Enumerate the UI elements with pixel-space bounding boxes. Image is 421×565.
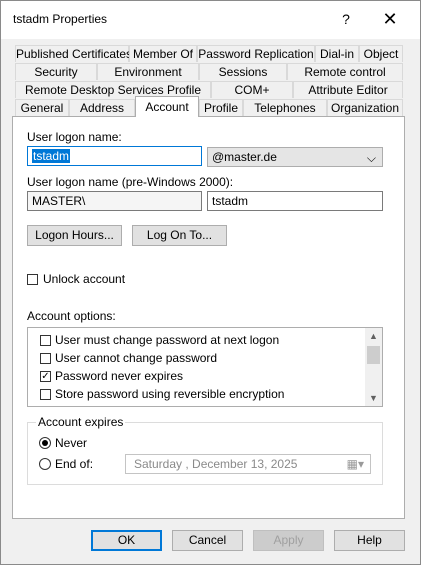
calendar-icon[interactable]: ▦▾: [347, 457, 364, 471]
options-scrollbar[interactable]: ▲ ▼: [365, 328, 382, 406]
account-options-label: Account options:: [27, 309, 116, 323]
log-on-to-button[interactable]: Log On To...: [132, 225, 227, 246]
option-checkbox-never-expires[interactable]: ✓: [40, 371, 51, 382]
tab-attribute-editor[interactable]: Attribute Editor: [293, 81, 403, 98]
never-label: Never: [55, 436, 88, 450]
upn-suffix-dropdown[interactable]: @master.de ⌵: [207, 147, 383, 167]
tab-published-certificates[interactable]: Published Certificates: [15, 45, 132, 62]
title-bar: tstadm Properties ? ✕: [1, 1, 420, 39]
logon-hours-button[interactable]: Logon Hours...: [27, 225, 122, 246]
tab-member-of[interactable]: Member Of: [129, 45, 197, 62]
upn-suffix-value: @master.de: [212, 150, 277, 164]
pre2000-username-input[interactable]: tstadm: [207, 191, 383, 211]
unlock-account-checkbox[interactable]: [27, 274, 38, 285]
properties-dialog: tstadm Properties ? ✕ Published Certific…: [0, 0, 421, 565]
tab-telephones[interactable]: Telephones: [243, 99, 327, 116]
unlock-account-label: Unlock account: [43, 272, 126, 286]
logon-name-value: tstadm: [32, 149, 71, 163]
tab-security[interactable]: Security: [15, 63, 97, 80]
apply-button: Apply: [253, 530, 324, 551]
option-checkbox-reversible-encryption[interactable]: [40, 389, 51, 400]
option-label-cannot-change: User cannot change password: [55, 351, 218, 365]
window-title: tstadm Properties: [13, 12, 108, 26]
option-label-must-change: User must change password at next logon: [55, 333, 280, 347]
tab-com-plus[interactable]: COM+: [211, 81, 293, 98]
logon-name-input[interactable]: tstadm: [27, 146, 202, 166]
chevron-down-icon: ⌵: [366, 151, 376, 165]
tab-organization[interactable]: Organization: [327, 99, 403, 116]
tab-password-replication[interactable]: Password Replication: [197, 45, 315, 62]
pre2000-domain-field: MASTER\: [27, 191, 202, 211]
option-checkbox-cannot-change[interactable]: [40, 353, 51, 364]
tab-general[interactable]: General: [15, 99, 69, 116]
tab-environment[interactable]: Environment: [97, 63, 199, 80]
tab-address[interactable]: Address: [69, 99, 135, 116]
end-of-date-picker[interactable]: Saturday , December 13, 2025 ▦▾: [125, 454, 371, 474]
scroll-down-icon[interactable]: ▼: [365, 390, 382, 406]
scroll-up-icon[interactable]: ▲: [365, 328, 382, 344]
cancel-button[interactable]: Cancel: [172, 530, 243, 551]
help-button[interactable]: Help: [334, 530, 405, 551]
pre2000-label: User logon name (pre-Windows 2000):: [27, 175, 234, 189]
account-options-list[interactable]: User must change password at next logon …: [27, 327, 383, 407]
option-label-never-expires: Password never expires: [55, 369, 184, 383]
tab-profile[interactable]: Profile: [199, 99, 243, 116]
tab-dial-in[interactable]: Dial-in: [315, 45, 359, 62]
option-checkbox-must-change[interactable]: [40, 335, 51, 346]
end-of-date-value: Saturday , December 13, 2025: [134, 457, 298, 471]
tab-sessions[interactable]: Sessions: [199, 63, 287, 80]
scroll-thumb[interactable]: [367, 346, 380, 364]
logon-name-label: User logon name:: [27, 130, 122, 144]
tab-account[interactable]: Account: [135, 96, 199, 117]
tab-object[interactable]: Object: [359, 45, 403, 62]
help-icon[interactable]: ?: [331, 7, 361, 31]
option-label-reversible-encryption: Store password using reversible encrypti…: [55, 387, 285, 401]
account-expires-label: Account expires: [36, 415, 126, 429]
tab-remote-control[interactable]: Remote control: [287, 63, 403, 80]
never-radio[interactable]: [39, 437, 51, 449]
end-of-label: End of:: [55, 457, 94, 471]
end-of-radio[interactable]: [39, 458, 51, 470]
close-icon[interactable]: ✕: [375, 7, 405, 31]
ok-button[interactable]: OK: [91, 530, 162, 551]
